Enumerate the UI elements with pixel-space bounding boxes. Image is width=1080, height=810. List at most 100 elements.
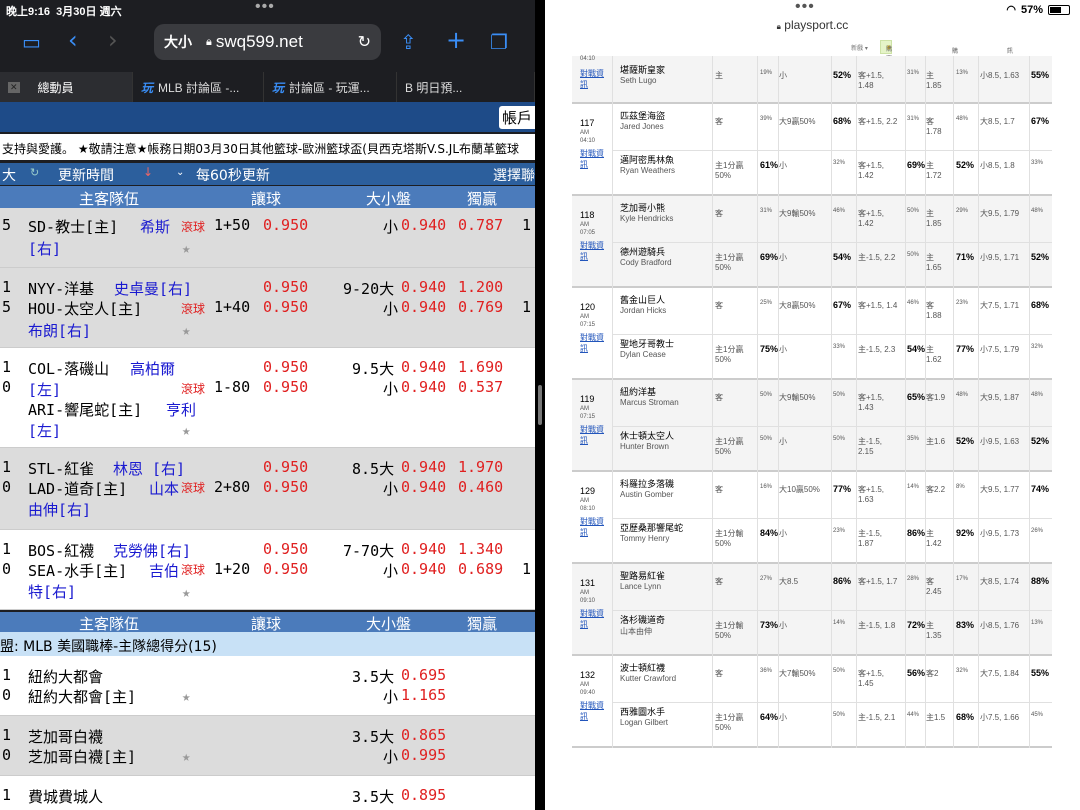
pitcher[interactable]: 史卓曼[右] bbox=[114, 278, 192, 299]
team-home[interactable]: SD-教士[主] bbox=[28, 216, 118, 237]
odds[interactable]: 0.940 bbox=[401, 540, 446, 558]
cell-ml[interactable]: 主1.6 bbox=[926, 436, 950, 447]
odds[interactable]: 0.940 bbox=[401, 478, 446, 496]
tabs-icon[interactable]: ❐ bbox=[490, 30, 508, 54]
cell-pct4[interactable]: 52% bbox=[956, 160, 974, 170]
cell-ou[interactable]: 小 bbox=[779, 252, 827, 263]
cell-hc[interactable]: 客+1.5, 1.48 bbox=[858, 70, 898, 90]
cell-pct4[interactable]: 17% bbox=[956, 576, 968, 582]
odds[interactable]: 0.537 bbox=[458, 378, 503, 396]
cell-pct3[interactable]: 31% bbox=[907, 70, 919, 76]
cell-tot[interactable]: 大9.5, 1.79 bbox=[980, 208, 1026, 219]
cell-ml[interactable]: 主 1.65 bbox=[926, 252, 950, 272]
tab-2[interactable]: 玩討論區 - 玩運... bbox=[264, 72, 397, 102]
cell-pct5[interactable]: 52% bbox=[1031, 252, 1049, 262]
league-select[interactable]: 選擇聯 bbox=[493, 165, 535, 185]
cell-pct2[interactable]: 50% bbox=[833, 712, 845, 718]
cell-hc[interactable]: 客+1.5, 1.42 bbox=[858, 208, 898, 228]
cell-pct3[interactable]: 86% bbox=[907, 528, 925, 538]
cell-ou[interactable]: 小 bbox=[779, 620, 827, 631]
cell-ml[interactable]: 主 1.62 bbox=[926, 344, 950, 364]
cell-hc[interactable]: 客+1.5, 1.7 bbox=[858, 576, 898, 587]
matchup-link[interactable]: 對戰資訊 bbox=[580, 516, 608, 538]
cell-ou[interactable]: 大9輸50% bbox=[779, 392, 827, 403]
refresh-interval-select[interactable]: 每60秒更新 bbox=[196, 165, 270, 185]
odds[interactable]: 1.165 bbox=[401, 686, 446, 704]
cell-type[interactable]: 客 bbox=[715, 392, 753, 403]
cell-pct3[interactable]: 50% bbox=[907, 208, 919, 214]
star-icon[interactable]: ★ bbox=[182, 689, 190, 705]
close-tab-icon[interactable]: ✕ bbox=[8, 81, 20, 93]
nav-new[interactable]: 新戲 ▾ bbox=[851, 43, 868, 52]
cell-pct2[interactable]: 23% bbox=[833, 528, 845, 534]
cell-ou[interactable]: 大8贏50% bbox=[779, 300, 827, 311]
cell-tot[interactable]: 大7.5, 1.84 bbox=[980, 668, 1026, 679]
cell-type[interactable]: 主1分贏50% bbox=[715, 160, 753, 180]
odds[interactable]: 0.950 bbox=[263, 278, 308, 296]
matchup-link[interactable]: 對戰資訊 bbox=[580, 240, 608, 262]
team-home[interactable]: 紐約大都會[主] bbox=[28, 686, 136, 707]
cell-pct4[interactable]: 83% bbox=[956, 620, 974, 630]
cell-pct2[interactable]: 50% bbox=[833, 668, 845, 674]
odds[interactable]: 0.940 bbox=[401, 216, 446, 234]
cell-ml[interactable]: 客1.9 bbox=[926, 392, 950, 403]
cell-pct5[interactable]: 74% bbox=[1031, 484, 1049, 494]
cell-pct5[interactable]: 33% bbox=[1031, 160, 1043, 166]
cell-pct3[interactable]: 56% bbox=[907, 668, 925, 678]
new-tab-icon[interactable]: + bbox=[446, 26, 466, 54]
cell-pct4[interactable]: 92% bbox=[956, 528, 974, 538]
pitcher[interactable]: 林恩 [右] bbox=[113, 458, 185, 479]
cell-pct3[interactable]: 69% bbox=[907, 160, 925, 170]
odds[interactable]: 0.689 bbox=[458, 560, 503, 578]
odds[interactable]: 0.895 bbox=[401, 786, 446, 804]
odds[interactable]: 0.950 bbox=[263, 378, 308, 396]
cell-pct4[interactable]: 29% bbox=[956, 208, 968, 214]
cell-pct2[interactable]: 52% bbox=[833, 70, 851, 80]
split-handle[interactable] bbox=[538, 385, 542, 425]
cell-pct2[interactable]: 86% bbox=[833, 576, 851, 586]
odds[interactable]: 0.950 bbox=[263, 358, 308, 376]
cell-hc[interactable]: 主-1.5, 2.1 bbox=[858, 712, 898, 723]
cell-ml[interactable]: 主 1.72 bbox=[926, 160, 950, 180]
cell-ml[interactable]: 主 1.42 bbox=[926, 528, 950, 548]
cell-pct5[interactable]: 13% bbox=[1031, 620, 1043, 626]
cell-pct5[interactable]: 45% bbox=[1031, 712, 1043, 718]
odds[interactable]: 0.695 bbox=[401, 666, 446, 684]
odds[interactable]: 1.690 bbox=[458, 358, 503, 376]
cell-tot[interactable]: 大9.5, 1.87 bbox=[980, 392, 1026, 403]
cell-hc[interactable]: 主-1.5, 2.3 bbox=[858, 344, 898, 355]
cell-ou[interactable]: 小 bbox=[779, 70, 827, 81]
cell-pct2[interactable]: 77% bbox=[833, 484, 851, 494]
cell-ml[interactable]: 客 1.78 bbox=[926, 116, 950, 136]
cell-pct2[interactable]: 33% bbox=[833, 344, 845, 350]
odds[interactable]: 0.950 bbox=[263, 560, 308, 578]
cell-pct5[interactable]: 32% bbox=[1031, 344, 1043, 350]
cell-pct3[interactable]: 50% bbox=[907, 252, 919, 258]
cell-pct3[interactable]: 35% bbox=[907, 436, 919, 442]
cell-type[interactable]: 客 bbox=[715, 668, 753, 679]
pitcher[interactable]: 希斯 bbox=[140, 216, 170, 237]
matchup-link[interactable]: 對戰資訊 bbox=[580, 68, 608, 90]
cell-pct4[interactable]: 8% bbox=[956, 484, 965, 490]
cell-hc[interactable]: 客+1.5, 1.4 bbox=[858, 300, 898, 311]
odds[interactable]: 0.940 bbox=[401, 298, 446, 316]
tab-0[interactable]: ✕ 總動員 bbox=[0, 72, 133, 102]
cell-ml[interactable]: 客 2.45 bbox=[926, 576, 950, 596]
team-away[interactable]: 芝加哥白襪 bbox=[28, 726, 103, 747]
cell-type[interactable]: 客 bbox=[715, 208, 753, 219]
star-icon[interactable]: ★ bbox=[182, 323, 190, 339]
team-name[interactable]: 科羅拉多落磯 bbox=[620, 477, 674, 490]
team-name[interactable]: 邁阿密馬林魚 bbox=[620, 153, 674, 166]
matchup-link[interactable]: 對戰資訊 bbox=[580, 424, 608, 446]
team-home[interactable]: ARI-響尾蛇[主] bbox=[28, 399, 142, 420]
cell-pct4[interactable]: 68% bbox=[956, 712, 974, 722]
team-away[interactable]: NYY-洋基 bbox=[28, 278, 94, 299]
odds[interactable]: 0.865 bbox=[401, 726, 446, 744]
team-away[interactable]: COL-落磯山 bbox=[28, 358, 109, 379]
cell-pct5[interactable]: 88% bbox=[1031, 576, 1049, 586]
odds[interactable]: 0.995 bbox=[401, 746, 446, 764]
cell-hc[interactable]: 客+1.5, 1.45 bbox=[858, 668, 898, 688]
cell-pct3[interactable]: 14% bbox=[907, 484, 919, 490]
cell-ml[interactable]: 主 1.35 bbox=[926, 620, 950, 640]
cell-pct5[interactable]: 55% bbox=[1031, 70, 1049, 80]
